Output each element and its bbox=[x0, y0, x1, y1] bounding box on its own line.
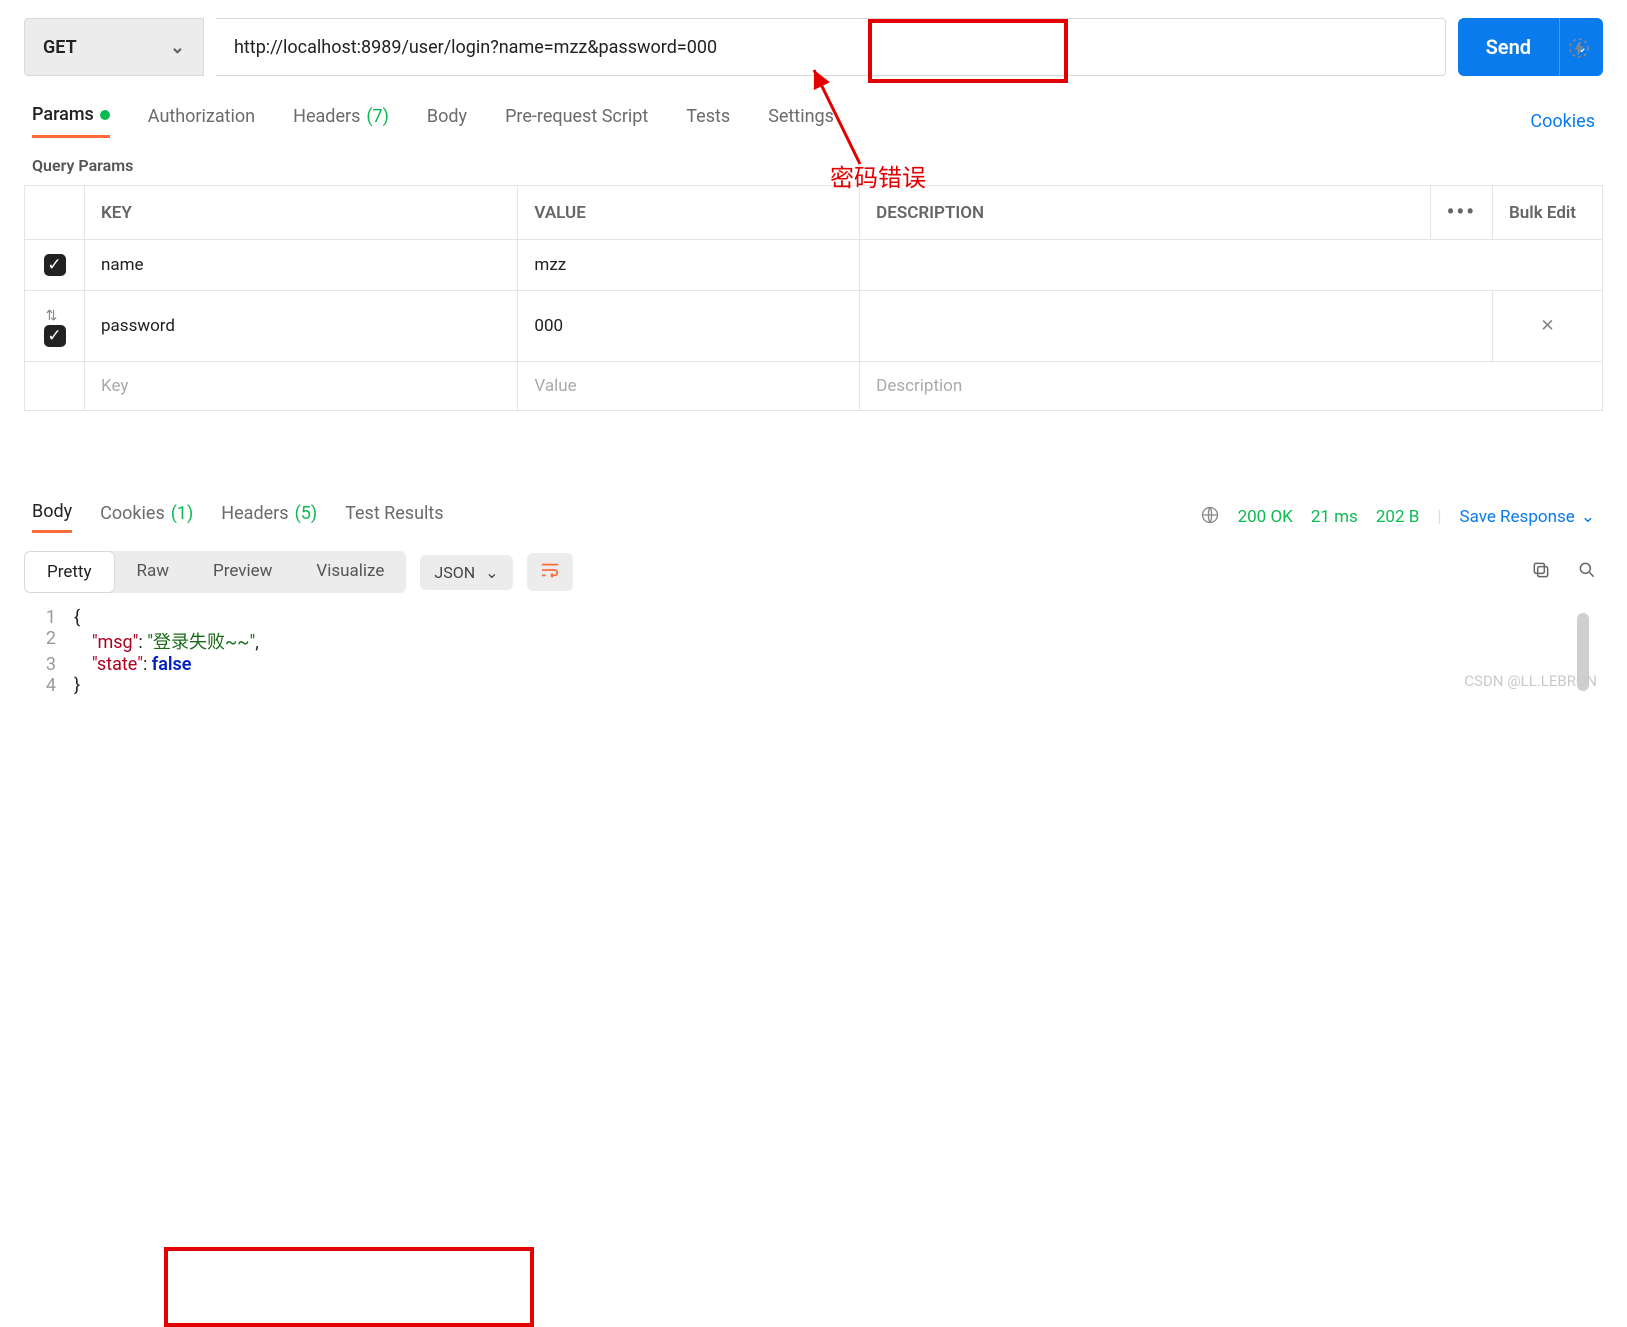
param-value-cell[interactable]: 000 bbox=[518, 291, 860, 362]
globe-icon[interactable] bbox=[1200, 505, 1220, 530]
send-button-label: Send bbox=[1458, 18, 1559, 76]
col-value: VALUE bbox=[518, 186, 860, 240]
view-visualize[interactable]: Visualize bbox=[294, 551, 406, 593]
format-select[interactable]: JSON ⌄ bbox=[420, 555, 512, 590]
copy-icon[interactable] bbox=[1525, 554, 1557, 590]
param-desc-cell[interactable] bbox=[860, 291, 1493, 362]
http-method-select[interactable]: GET ⌄ bbox=[24, 18, 204, 76]
watermark: CSDN @LL.LEBRON bbox=[1464, 672, 1597, 690]
tab-tests[interactable]: Tests bbox=[686, 106, 730, 137]
view-preview[interactable]: Preview bbox=[191, 551, 294, 593]
response-tabs: Body Cookies (1) Headers (5) Test Result… bbox=[24, 501, 1603, 533]
table-row: ⇅✓ password 000 ✕ bbox=[25, 291, 1603, 362]
param-value-cell[interactable]: mzz bbox=[518, 240, 860, 291]
tab-authorization[interactable]: Authorization bbox=[148, 106, 255, 137]
chevron-down-icon: ⌄ bbox=[485, 563, 498, 582]
param-key-input[interactable]: Key bbox=[85, 362, 518, 411]
view-pretty[interactable]: Pretty bbox=[24, 551, 115, 593]
checkbox[interactable]: ✓ bbox=[44, 325, 66, 347]
param-key-cell[interactable]: password bbox=[85, 291, 518, 362]
resp-tab-cookies[interactable]: Cookies (1) bbox=[100, 503, 193, 532]
response-body[interactable]: 1{ 2 "msg": "登录失败~~", 3 "state": false 4… bbox=[24, 607, 1603, 696]
param-desc-input[interactable]: Description bbox=[860, 362, 1603, 411]
table-row: ✓ name mzz bbox=[25, 240, 1603, 291]
bulk-edit-link[interactable]: Bulk Edit bbox=[1493, 186, 1603, 240]
tab-params[interactable]: Params bbox=[32, 104, 110, 138]
chevron-down-icon: ⌄ bbox=[1581, 507, 1595, 527]
annotation-text: 密码错误 bbox=[830, 158, 926, 193]
bolt-icon[interactable] bbox=[1567, 36, 1591, 64]
http-method-label: GET bbox=[43, 37, 77, 58]
wrap-lines-button[interactable] bbox=[527, 553, 573, 591]
query-params-title: Query Params bbox=[32, 156, 1603, 175]
request-tabs: Params Authorization Headers (7) Body Pr… bbox=[24, 104, 1603, 138]
url-input[interactable]: http://localhost:8989/user/login?name=mz… bbox=[216, 18, 1446, 76]
dot-icon bbox=[100, 110, 110, 120]
query-params-table: KEY VALUE DESCRIPTION ••• Bulk Edit ✓ na… bbox=[24, 185, 1603, 411]
param-desc-cell[interactable] bbox=[860, 240, 1603, 291]
checkbox[interactable]: ✓ bbox=[44, 254, 66, 276]
url-text: http://localhost:8989/user/login?name=mz… bbox=[234, 37, 717, 58]
chevron-down-icon: ⌄ bbox=[170, 37, 185, 58]
param-key-cell[interactable]: name bbox=[85, 240, 518, 291]
view-raw[interactable]: Raw bbox=[115, 551, 192, 593]
resp-tab-headers[interactable]: Headers (5) bbox=[221, 503, 317, 532]
drag-icon[interactable]: ⇅ bbox=[46, 308, 58, 324]
response-time: 21 ms bbox=[1311, 507, 1358, 527]
param-value-input[interactable]: Value bbox=[518, 362, 860, 411]
cookies-link[interactable]: Cookies bbox=[1530, 111, 1595, 132]
more-icon[interactable]: ••• bbox=[1447, 200, 1476, 225]
annotation-box-response bbox=[164, 1247, 534, 1327]
response-size: 202 B bbox=[1376, 507, 1419, 527]
status-code: 200 OK bbox=[1238, 507, 1293, 527]
close-icon[interactable]: ✕ bbox=[1540, 316, 1554, 336]
tab-prerequest[interactable]: Pre-request Script bbox=[505, 106, 648, 137]
save-response[interactable]: Save Response ⌄ bbox=[1459, 507, 1595, 527]
resp-tab-test-results[interactable]: Test Results bbox=[345, 503, 443, 532]
table-row-empty: Key Value Description bbox=[25, 362, 1603, 411]
col-key: KEY bbox=[85, 186, 518, 240]
tab-settings[interactable]: Settings bbox=[768, 106, 834, 137]
annotation-box-url bbox=[868, 19, 1068, 83]
tab-body[interactable]: Body bbox=[427, 106, 467, 137]
search-icon[interactable] bbox=[1571, 554, 1603, 590]
col-description: DESCRIPTION bbox=[860, 186, 1430, 240]
response-view-bar: Pretty Raw Preview Visualize JSON ⌄ bbox=[24, 551, 1603, 593]
tab-headers[interactable]: Headers (7) bbox=[293, 106, 389, 137]
resp-tab-body[interactable]: Body bbox=[32, 501, 72, 533]
